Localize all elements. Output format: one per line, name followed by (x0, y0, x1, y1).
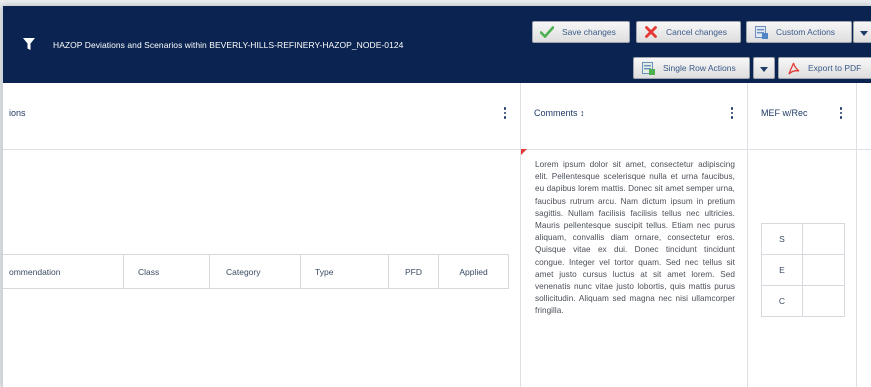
table-header-recommendation[interactable]: ommendation (3, 255, 124, 288)
column-header-recommendations[interactable]: ions (9, 108, 26, 118)
column-header-mef[interactable]: MEF w/Rec (761, 108, 808, 118)
column-divider (747, 83, 748, 149)
mef-label: S (762, 224, 803, 254)
pdf-icon (786, 61, 800, 75)
mef-label: E (762, 255, 803, 285)
table-header-pfd[interactable]: PFD (389, 255, 439, 288)
caret-down-icon (860, 23, 868, 41)
mef-value-cell[interactable] (803, 224, 844, 254)
app-window: HAZOP Deviations and Scenarios within BE… (2, 6, 871, 387)
export-to-pdf-button[interactable]: Export to PDF (778, 57, 871, 79)
checkmark-icon (540, 25, 554, 39)
mef-row: E (762, 255, 844, 286)
column-divider (520, 83, 521, 149)
table-header-category[interactable]: Category (210, 255, 301, 288)
recommendation-table: ommendation Class Category Type PFD Appl… (3, 254, 509, 289)
single-row-actions-label: Single Row Actions (663, 63, 736, 73)
edited-cell-marker (521, 149, 527, 155)
mef-value-cell[interactable] (803, 255, 844, 285)
column-menu-icon[interactable] (838, 107, 844, 121)
cancel-changes-button[interactable]: Cancel changes (636, 21, 741, 43)
mef-row: S (762, 224, 844, 255)
column-divider (856, 83, 857, 149)
mef-grid: S E C (761, 223, 845, 317)
custom-actions-button[interactable]: Custom Actions (746, 21, 852, 43)
column-divider (747, 149, 748, 387)
column-menu-icon[interactable] (502, 107, 508, 121)
table-header-class[interactable]: Class (124, 255, 210, 288)
column-header-comments[interactable]: Comments ↕ (534, 108, 585, 118)
save-changes-button[interactable]: Save changes (532, 21, 630, 43)
comments-cell[interactable]: Lorem ipsum dolor sit amet, consectetur … (535, 159, 735, 318)
single-row-actions-dropdown[interactable] (753, 57, 775, 79)
caret-down-icon (760, 59, 768, 77)
column-menu-icon[interactable] (729, 107, 735, 121)
single-row-actions-button[interactable]: Single Row Actions (633, 57, 750, 79)
header-bar: HAZOP Deviations and Scenarios within BE… (3, 6, 871, 83)
mef-label: C (762, 286, 803, 316)
custom-actions-dropdown[interactable] (853, 21, 871, 43)
table-header-applied[interactable]: Applied (439, 255, 508, 288)
export-to-pdf-label: Export to PDF (808, 63, 862, 73)
row-actions-icon (641, 61, 655, 75)
mef-value-cell[interactable] (803, 286, 844, 316)
cancel-x-icon (644, 25, 658, 39)
column-header-row: ions Comments ↕ MEF w/Rec (3, 83, 871, 150)
save-changes-label: Save changes (562, 27, 616, 37)
column-divider (856, 149, 857, 387)
cancel-changes-label: Cancel changes (666, 27, 727, 37)
table-header-type[interactable]: Type (301, 255, 389, 288)
custom-actions-label: Custom Actions (776, 27, 836, 37)
filter-icon[interactable] (21, 36, 37, 52)
mef-row: C (762, 286, 844, 316)
column-divider (520, 149, 521, 387)
page-title: HAZOP Deviations and Scenarios within BE… (53, 40, 404, 50)
actions-list-icon (754, 25, 768, 39)
